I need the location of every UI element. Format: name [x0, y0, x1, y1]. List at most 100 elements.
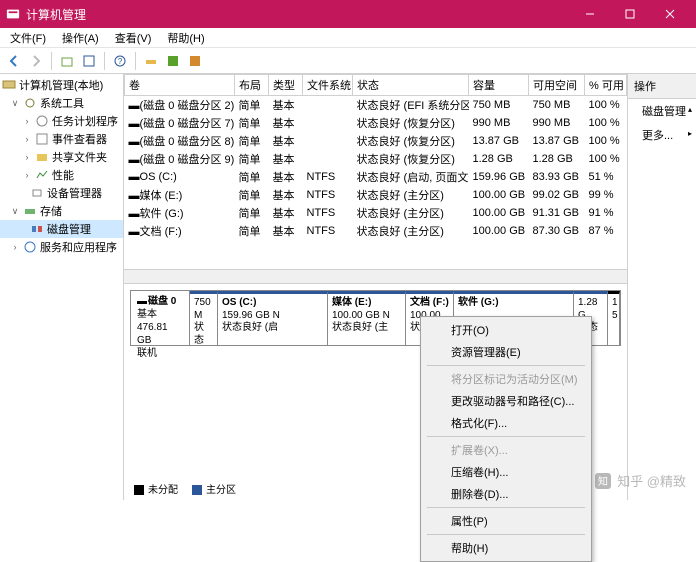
tool2-icon[interactable]	[163, 51, 183, 71]
actions-more[interactable]: 更多...▸	[628, 123, 696, 147]
actions-more-label: 更多...	[642, 130, 673, 142]
swatch-unalloc	[134, 485, 144, 495]
minimize-button[interactable]	[570, 0, 610, 28]
partition[interactable]: 15	[608, 291, 620, 345]
tree-diskmgmt[interactable]: 磁盘管理	[0, 220, 123, 238]
ctx-explorer[interactable]: 资源管理器(E)	[423, 341, 589, 363]
volume-icon: ▬	[129, 226, 137, 238]
tree-shared-label: 共享文件夹	[52, 149, 107, 165]
window-titlebar: 计算机管理	[0, 0, 696, 28]
disk-icon	[30, 222, 44, 236]
disk-name: 磁盘 0	[148, 295, 176, 308]
actions-diskmgmt[interactable]: 磁盘管理▴	[628, 99, 696, 123]
tree-shared[interactable]: ›共享文件夹	[0, 148, 123, 166]
tree-task-label: 任务计划程序	[52, 113, 118, 129]
table-row[interactable]: ▬ (磁盘 0 磁盘分区 8)简单基本状态良好 (恢复分区)13.87 GB13…	[125, 132, 627, 150]
volume-icon: ▬	[129, 118, 137, 130]
list-scrollbar[interactable]	[124, 269, 627, 283]
maximize-button[interactable]	[610, 0, 650, 28]
ctx-format[interactable]: 格式化(F)...	[423, 412, 589, 434]
tree-task[interactable]: ›任务计划程序	[0, 112, 123, 130]
context-menu: 打开(O) 资源管理器(E) 将分区标记为活动分区(M) 更改驱动器号和路径(C…	[420, 316, 592, 562]
actions-header: 操作	[628, 74, 696, 99]
event-icon	[35, 132, 49, 146]
watermark: 知 知乎 @精致	[595, 471, 686, 490]
col-layout[interactable]: 布局	[235, 75, 269, 96]
ctx-shrink[interactable]: 压缩卷(H)...	[423, 461, 589, 483]
nav-tree: 计算机管理(本地) ∨ 系统工具 ›任务计划程序 ›事件查看器 ›共享文件夹 ›…	[0, 74, 124, 500]
tree-systools[interactable]: ∨ 系统工具	[0, 94, 123, 112]
ctx-help[interactable]: 帮助(H)	[423, 537, 589, 559]
tree-event-label: 事件查看器	[52, 131, 107, 147]
tree-root[interactable]: 计算机管理(本地)	[0, 76, 123, 94]
storage-icon	[23, 204, 37, 218]
volume-icon: ▬	[129, 208, 137, 220]
ctx-properties[interactable]: 属性(P)	[423, 510, 589, 532]
close-button[interactable]	[650, 0, 690, 28]
disk-status: 联机	[137, 347, 183, 360]
actions-pane: 操作 磁盘管理▴ 更多...▸	[628, 74, 696, 500]
ctx-extend: 扩展卷(X)...	[423, 439, 589, 461]
perf-icon	[35, 168, 49, 182]
volume-icon: ▬	[129, 154, 137, 166]
menu-view[interactable]: 查看(V)	[109, 28, 158, 48]
table-row[interactable]: ▬ 媒体 (E:)简单基本NTFS状态良好 (主分区)100.00 GB99.0…	[125, 186, 627, 204]
back-icon[interactable]	[4, 51, 24, 71]
svg-text:?: ?	[118, 57, 123, 66]
folder-icon	[35, 150, 49, 164]
table-row[interactable]: ▬ 文档 (F:)简单基本NTFS状态良好 (主分区)100.00 GB87.3…	[125, 222, 627, 240]
table-row[interactable]: ▬ 软件 (G:)简单基本NTFS状态良好 (主分区)100.00 GB91.3…	[125, 204, 627, 222]
tree-services[interactable]: ›服务和应用程序	[0, 238, 123, 256]
partition[interactable]: 媒体 (E:)100.00 GB N状态良好 (主	[328, 291, 406, 345]
tree-event[interactable]: ›事件查看器	[0, 130, 123, 148]
col-type[interactable]: 类型	[269, 75, 303, 96]
tree-storage[interactable]: ∨存储	[0, 202, 123, 220]
volume-icon: ▬	[129, 100, 137, 112]
col-free[interactable]: 可用空间	[529, 75, 585, 96]
legend-unalloc: 未分配	[148, 485, 178, 496]
col-cap[interactable]: 容量	[469, 75, 529, 96]
services-icon	[23, 240, 37, 254]
col-fs[interactable]: 文件系统	[303, 75, 353, 96]
disk-header[interactable]: ▬磁盘 0 基本 476.81 GB 联机	[131, 291, 190, 345]
tree-perf-label: 性能	[52, 167, 74, 183]
volume-icon: ▬	[129, 171, 137, 183]
table-row[interactable]: ▬ OS (C:)简单基本NTFS状态良好 (启动, 页面文件, 故障转储, 主…	[125, 168, 627, 186]
col-volume[interactable]: 卷	[125, 75, 235, 96]
up-icon[interactable]	[57, 51, 77, 71]
ctx-open[interactable]: 打开(O)	[423, 319, 589, 341]
partition[interactable]: OS (C:)159.96 GB N状态良好 (启	[218, 291, 328, 345]
watermark-text: 知乎 @精致	[617, 471, 686, 490]
menubar: 文件(F) 操作(A) 查看(V) 帮助(H)	[0, 28, 696, 48]
menu-file[interactable]: 文件(F)	[4, 28, 52, 48]
tree-storage-label: 存储	[40, 203, 62, 219]
tree-device-label: 设备管理器	[47, 185, 102, 201]
disk-type: 基本	[137, 308, 183, 321]
volume-icon: ▬	[129, 136, 137, 148]
actions-diskmgmt-label: 磁盘管理	[642, 106, 686, 118]
ctx-delete[interactable]: 删除卷(D)...	[423, 483, 589, 505]
table-row[interactable]: ▬ (磁盘 0 磁盘分区 2)简单基本状态良好 (EFI 系统分区)750 MB…	[125, 96, 627, 115]
refresh-icon[interactable]	[79, 51, 99, 71]
wrench-icon	[23, 96, 37, 110]
menu-help[interactable]: 帮助(H)	[161, 28, 210, 48]
clock-icon	[35, 114, 49, 128]
table-row[interactable]: ▬ (磁盘 0 磁盘分区 7)简单基本状态良好 (恢复分区)990 MB990 …	[125, 114, 627, 132]
ctx-change-letter[interactable]: 更改驱动器号和路径(C)...	[423, 390, 589, 412]
disk-size: 476.81 GB	[137, 321, 183, 347]
forward-icon[interactable]	[26, 51, 46, 71]
table-row[interactable]: ▬ (磁盘 0 磁盘分区 9)简单基本状态良好 (恢复分区)1.28 GB1.2…	[125, 150, 627, 168]
col-status[interactable]: 状态	[353, 75, 469, 96]
tool1-icon[interactable]	[141, 51, 161, 71]
tree-perf[interactable]: ›性能	[0, 166, 123, 184]
volume-icon: ▬	[129, 190, 137, 202]
swatch-primary	[192, 485, 202, 495]
tree-device[interactable]: 设备管理器	[0, 184, 123, 202]
menu-action[interactable]: 操作(A)	[56, 28, 105, 48]
help-icon[interactable]: ?	[110, 51, 130, 71]
volume-list[interactable]: 卷 布局 类型 文件系统 状态 容量 可用空间 % 可用 ▬ (磁盘 0 磁盘分…	[124, 74, 627, 284]
window-title: 计算机管理	[26, 6, 570, 23]
partition[interactable]: 750 M状态良	[190, 291, 218, 345]
tool3-icon[interactable]	[185, 51, 205, 71]
col-pct[interactable]: % 可用	[585, 75, 627, 96]
